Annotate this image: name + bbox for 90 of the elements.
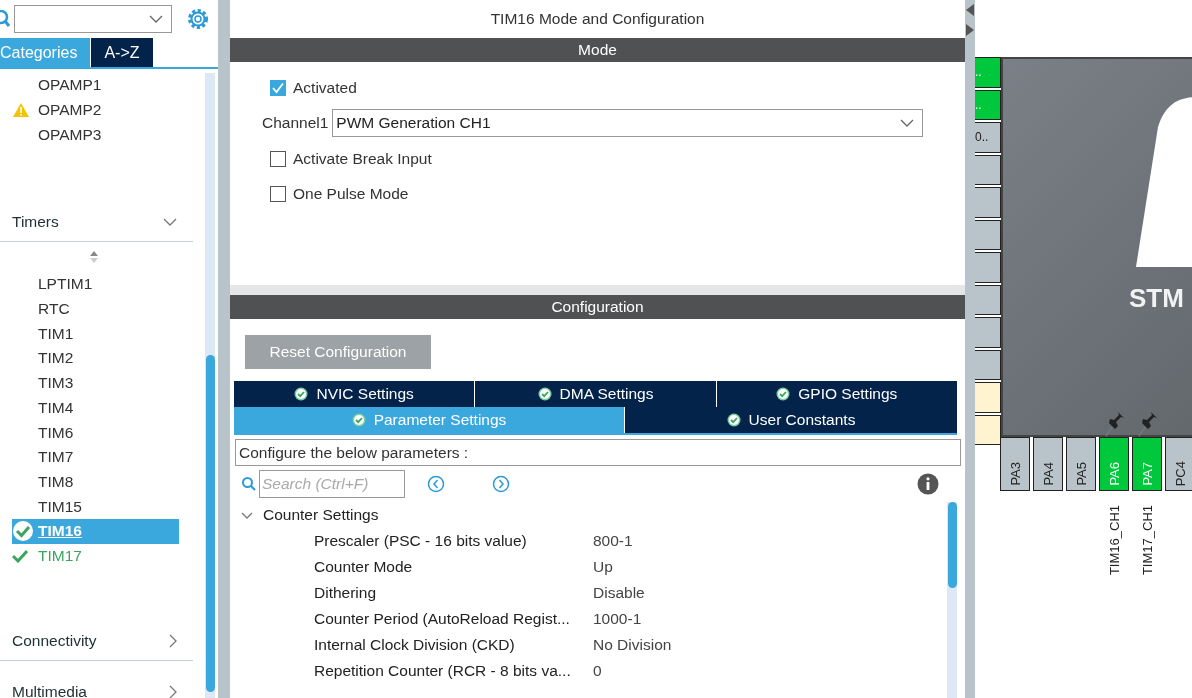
settings-icon[interactable]: [186, 7, 210, 31]
check-circle-icon: [12, 520, 34, 543]
chevron-down-icon: [900, 119, 915, 127]
chip-pin[interactable]: [975, 284, 1001, 315]
parameter-value[interactable]: Disable: [593, 584, 645, 602]
checkbox[interactable]: [270, 79, 286, 96]
component-item[interactable]: OPAMP1: [12, 73, 179, 98]
scrollbar[interactable]: [205, 73, 215, 698]
chevron-right-icon: [169, 685, 177, 698]
component-item[interactable]: TIM1: [12, 321, 179, 347]
section-header: Configuration: [230, 295, 965, 319]
chevron-right-icon: [169, 634, 177, 649]
info-icon[interactable]: [917, 473, 939, 495]
parameter-value[interactable]: Up: [593, 558, 613, 576]
description-text: Configure the below parameters :: [235, 439, 961, 466]
parameter-name: Counter Mode: [314, 558, 414, 576]
chip-pin[interactable]: 0..: [975, 122, 1001, 153]
chip-pin[interactable]: PA5: [1066, 437, 1096, 491]
chip-pin[interactable]: [975, 317, 1001, 348]
checkbox[interactable]: [270, 185, 286, 202]
settings-tab[interactable]: GPIO Settings: [716, 381, 957, 407]
scrollbar[interactable]: [947, 502, 957, 698]
checkbox[interactable]: [270, 150, 286, 167]
chip-pin[interactable]: [975, 154, 1001, 185]
parameter-value[interactable]: 0: [593, 662, 602, 680]
parameter-value[interactable]: No Division: [593, 636, 672, 654]
parameter-name: Repetition Counter (RCR - 8 bits va...: [314, 662, 572, 680]
section-header: Mode: [230, 38, 965, 62]
parameter-value[interactable]: 1000-1: [593, 610, 642, 628]
collapse-left-icon[interactable]: [966, 4, 974, 16]
field-label: Channel1: [262, 114, 329, 132]
parameter-name: Dithering: [314, 584, 378, 602]
settings-tab[interactable]: DMA Settings: [475, 381, 716, 407]
chip-label: STM: [1129, 283, 1184, 314]
component-item[interactable]: OPAMP2: [12, 97, 179, 123]
chip-pin[interactable]: PC4: [1165, 437, 1192, 491]
signal-label: TIM17_CH1: [1139, 505, 1155, 576]
chip-pin[interactable]: [975, 219, 1001, 250]
chip-pin[interactable]: [975, 252, 1001, 283]
category-header[interactable]: Connectivity: [0, 622, 193, 662]
search-icon: [241, 476, 257, 492]
check-circle-icon: [726, 413, 741, 427]
chip-pin[interactable]: [975, 349, 1001, 380]
view-tab[interactable]: A->Z: [91, 38, 153, 67]
category-header[interactable]: Multimedia: [0, 673, 193, 698]
search-field[interactable]: Search (Ctrl+F): [259, 470, 405, 498]
check-icon: [12, 548, 28, 563]
component-item[interactable]: RTC: [12, 296, 179, 322]
component-item[interactable]: TIM7: [12, 444, 179, 470]
checkbox-label: Activated: [293, 78, 357, 97]
parameter-name: Internal Clock Division (CKD): [314, 636, 516, 654]
chip-pin[interactable]: PA4: [1033, 437, 1063, 491]
chip-pin[interactable]: [975, 414, 1001, 445]
component-item[interactable]: TIM4: [12, 395, 179, 421]
chip-pin[interactable]: [975, 382, 1001, 413]
chevron-down-icon: [149, 15, 163, 23]
signal-label: TIM16_CH1: [1106, 505, 1122, 576]
settings-tab[interactable]: NVIC Settings: [234, 381, 475, 407]
component-item[interactable]: TIM15: [12, 494, 179, 519]
category-header[interactable]: Timers: [0, 203, 193, 243]
component-item[interactable]: TIM8: [12, 469, 179, 495]
chevron-down-icon: [241, 511, 253, 519]
previous-icon[interactable]: [427, 475, 445, 493]
component-item[interactable]: TIM3: [12, 370, 179, 396]
parameter-name: Counter Period (AutoReload Regist...: [314, 610, 571, 628]
checkbox-label: Activate Break Input: [293, 149, 432, 168]
chevron-down-icon: [163, 218, 177, 227]
check-circle-icon: [294, 387, 309, 401]
component-item[interactable]: OPAMP3: [12, 122, 179, 148]
collapse-right-icon[interactable]: [966, 24, 974, 36]
settings-tab[interactable]: User Constants: [625, 407, 957, 433]
checkbox-label: One Pulse Mode: [293, 184, 409, 203]
warning-icon: [12, 102, 30, 119]
chip-pin[interactable]: [975, 187, 1001, 218]
check-circle-icon: [776, 387, 791, 401]
chip-pin[interactable]: PA3: [1000, 437, 1030, 491]
group-header[interactable]: Counter Settings: [241, 502, 947, 528]
mode-dropdown[interactable]: PWM Generation CH1: [332, 109, 924, 137]
check-circle-icon: [351, 413, 366, 427]
component-item[interactable]: TIM2: [12, 346, 179, 371]
search-icon[interactable]: [0, 10, 10, 28]
component-item[interactable]: TIM6: [12, 420, 179, 445]
component-item[interactable]: LPTIM1: [12, 272, 179, 297]
window-title: TIM16 Mode and Configuration: [489, 9, 706, 29]
parameter-name: Prescaler (PSC - 16 bits value): [314, 532, 528, 550]
search-dropdown[interactable]: [14, 5, 172, 33]
sort-icon[interactable]: [89, 250, 99, 265]
parameter-value[interactable]: 800-1: [593, 532, 633, 550]
next-icon[interactable]: [492, 475, 510, 493]
check-circle-icon: [537, 387, 552, 401]
